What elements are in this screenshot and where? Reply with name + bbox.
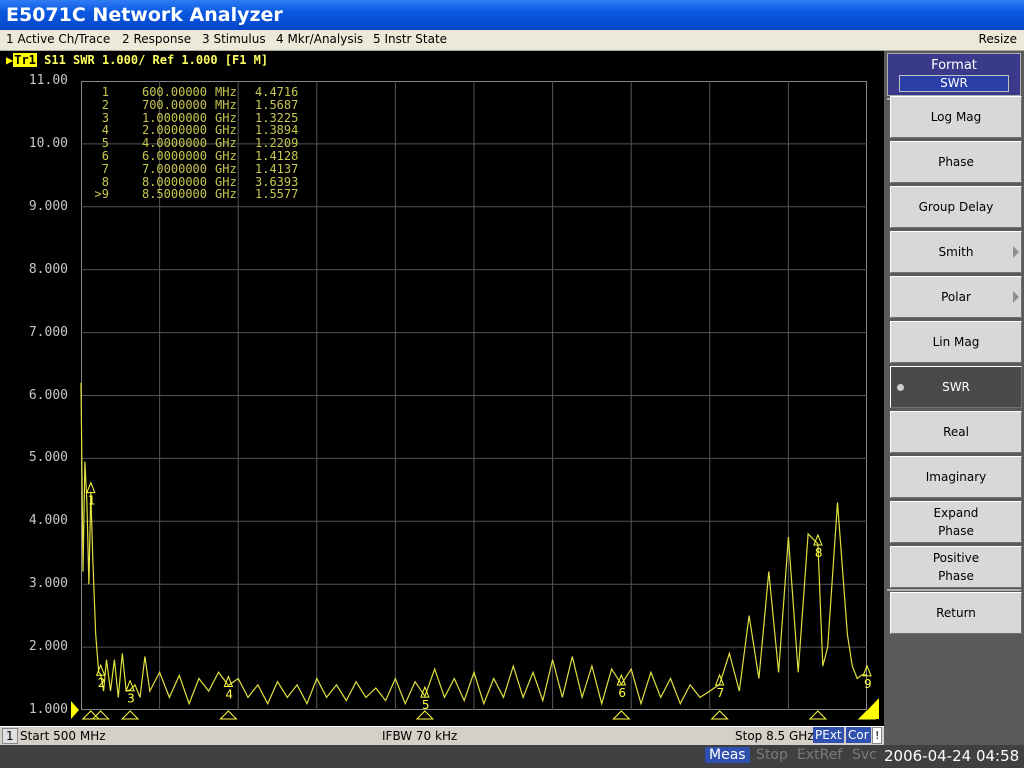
measurement-plot[interactable]: ▶Tr1 S11 SWR 1.000/ Ref 1.000 [F1 M] 11.… xyxy=(0,51,884,726)
marker-value: 1.5577 xyxy=(255,187,299,202)
softkey-lin-mag-label: Lin Mag xyxy=(932,335,980,349)
marker-bottom-icon xyxy=(612,710,631,720)
softkey-panel: Format SWR Log Mag Phase Group Delay Smi… xyxy=(884,51,1024,745)
marker-value: 4.4716 xyxy=(255,85,299,99)
softkey-positive-phase-label: Positive Phase xyxy=(932,551,980,583)
marker-unit: GHz xyxy=(215,148,237,163)
marker-table: 1 600.00000 MHz 4.4716 2 700.00000 MHz 1.5687 3 1… xyxy=(87,86,315,201)
submenu-arrow-icon xyxy=(1013,246,1019,258)
softkey-real[interactable]: Real xyxy=(890,411,1022,453)
softkey-group-delay[interactable]: Group Delay xyxy=(890,186,1022,228)
reference-level-icon xyxy=(71,701,79,719)
softkey-return-label: Return xyxy=(936,606,976,620)
marker-number-label: 8 xyxy=(815,546,823,560)
menu-bar: 1 Active Ch/Trace 2 Response 3 Stimulus … xyxy=(0,30,1024,51)
marker-unit: MHz xyxy=(215,97,237,112)
start-frequency[interactable]: Start 500 MHz xyxy=(20,729,106,743)
marker-number-label: 7 xyxy=(717,686,725,700)
selected-dot-icon xyxy=(897,384,904,391)
correction-badge: Cor xyxy=(846,727,871,743)
softkey-separator xyxy=(887,589,1021,591)
menu-instr-state[interactable]: 5 Instr State xyxy=(373,32,447,46)
softkey-positive-phase[interactable]: Positive Phase xyxy=(890,546,1022,588)
stop-frequency[interactable]: Stop 8.5 GHz xyxy=(735,729,814,743)
channel-status-bar: 1 Start 500 MHz IFBW 70 kHz Stop 8.5 GHz… xyxy=(0,726,884,745)
marker-number-label: 5 xyxy=(422,698,430,712)
marker-bottom-icon xyxy=(808,710,828,720)
marker-number-label: 1 xyxy=(88,494,96,508)
marker-row: 7 7.0000000 GHz 1.4137 xyxy=(87,161,315,176)
softkey-polar-label: Polar xyxy=(941,290,971,304)
marker-frequency: 6.0000000 xyxy=(141,148,207,163)
marker-value: 1.4137 xyxy=(255,161,299,176)
marker-unit: GHz xyxy=(215,187,237,202)
marker-number-label: 3 xyxy=(127,692,135,706)
menu-resize[interactable]: Resize xyxy=(979,32,1017,46)
submenu-arrow-icon xyxy=(1013,291,1019,303)
softkey-real-label: Real xyxy=(943,425,969,439)
softkey-expand-phase-label: Expand Phase xyxy=(933,506,979,538)
softkey-imaginary-label: Imaginary xyxy=(925,470,987,484)
marker-id: >9 xyxy=(94,187,109,202)
marker-id: 1 xyxy=(101,85,109,99)
softkey-menu-header: Format SWR xyxy=(887,53,1021,96)
meas-status: Meas xyxy=(705,747,750,763)
marker-bottom-icon xyxy=(710,710,729,720)
marker-frequency: 700.00000 xyxy=(141,97,207,112)
instrument-status-bar: Meas Stop ExtRef Svc 2006-04-24 04:58 xyxy=(0,745,1024,768)
marker-row: 1 600.00000 MHz 4.4716 xyxy=(87,86,315,99)
marker-number-label: 2 xyxy=(98,676,106,690)
menu-stimulus[interactable]: 3 Stimulus xyxy=(202,32,266,46)
marker-triangle-icon xyxy=(86,481,96,494)
softkey-imaginary[interactable]: Imaginary xyxy=(890,456,1022,498)
marker-value: 1.5687 xyxy=(255,97,299,112)
marker-frequency: 7.0000000 xyxy=(141,161,207,176)
stop-status: Stop xyxy=(756,747,788,763)
date-time: 2006-04-24 04:58 xyxy=(884,747,1020,765)
softkey-lin-mag[interactable]: Lin Mag xyxy=(890,321,1022,363)
marker-number-label: 6 xyxy=(618,686,626,700)
marker-unit: GHz xyxy=(215,161,237,176)
marker-id: 7 xyxy=(101,161,109,176)
marker-frequency: 600.00000 xyxy=(141,85,207,99)
menu-mkr-analysis[interactable]: 4 Mkr/Analysis xyxy=(276,32,363,46)
softkey-expand-phase[interactable]: Expand Phase xyxy=(890,501,1022,543)
softkey-menu-title: Format xyxy=(931,58,977,73)
marker-bottom-icon xyxy=(415,710,435,720)
marker-id: 6 xyxy=(101,148,109,163)
softkey-polar[interactable]: Polar xyxy=(890,276,1022,318)
menu-response[interactable]: 2 Response xyxy=(122,32,191,46)
marker-id: 2 xyxy=(101,97,109,112)
softkey-phase-label: Phase xyxy=(938,155,974,169)
softkey-log-mag[interactable]: Log Mag xyxy=(890,96,1022,138)
softkey-phase[interactable]: Phase xyxy=(890,141,1022,183)
marker-row: 2 700.00000 MHz 1.5687 xyxy=(87,97,315,112)
marker-row: >9 8.5000000 GHz 1.5577 xyxy=(87,188,315,201)
softkey-smith-label: Smith xyxy=(938,245,974,259)
marker-row: 6 6.0000000 GHz 1.4128 xyxy=(87,150,315,163)
marker-number-label: 4 xyxy=(225,688,233,702)
marker-number-label: 9 xyxy=(864,677,872,691)
window-title-bar: E5071C Network Analyzer xyxy=(0,0,1024,30)
menu-active-ch-trace[interactable]: 1 Active Ch/Trace xyxy=(6,32,110,46)
marker-value: 1.4128 xyxy=(255,148,299,163)
marker-frequency: 8.5000000 xyxy=(141,187,207,202)
softkey-return[interactable]: Return xyxy=(890,592,1022,634)
extref-status: ExtRef xyxy=(797,747,843,763)
softkey-log-mag-label: Log Mag xyxy=(930,110,982,124)
window-title: E5071C Network Analyzer xyxy=(6,4,283,26)
channel-number[interactable]: 1 xyxy=(2,728,18,744)
marker-bottom-icon xyxy=(120,710,140,720)
softkey-swr-label: SWR xyxy=(942,380,970,394)
softkey-swr[interactable]: SWR xyxy=(890,366,1022,408)
marker-unit: MHz xyxy=(215,85,237,99)
softkey-current-format: SWR xyxy=(899,75,1009,92)
marker-bottom-icon xyxy=(219,710,238,720)
warning-badge: ! xyxy=(872,727,883,744)
ifbw[interactable]: IFBW 70 kHz xyxy=(382,729,457,743)
port-extension-badge: PExt xyxy=(813,727,844,743)
softkey-smith[interactable]: Smith xyxy=(890,231,1022,273)
softkey-group-delay-label: Group Delay xyxy=(918,200,994,214)
svc-status: Svc xyxy=(852,747,877,763)
